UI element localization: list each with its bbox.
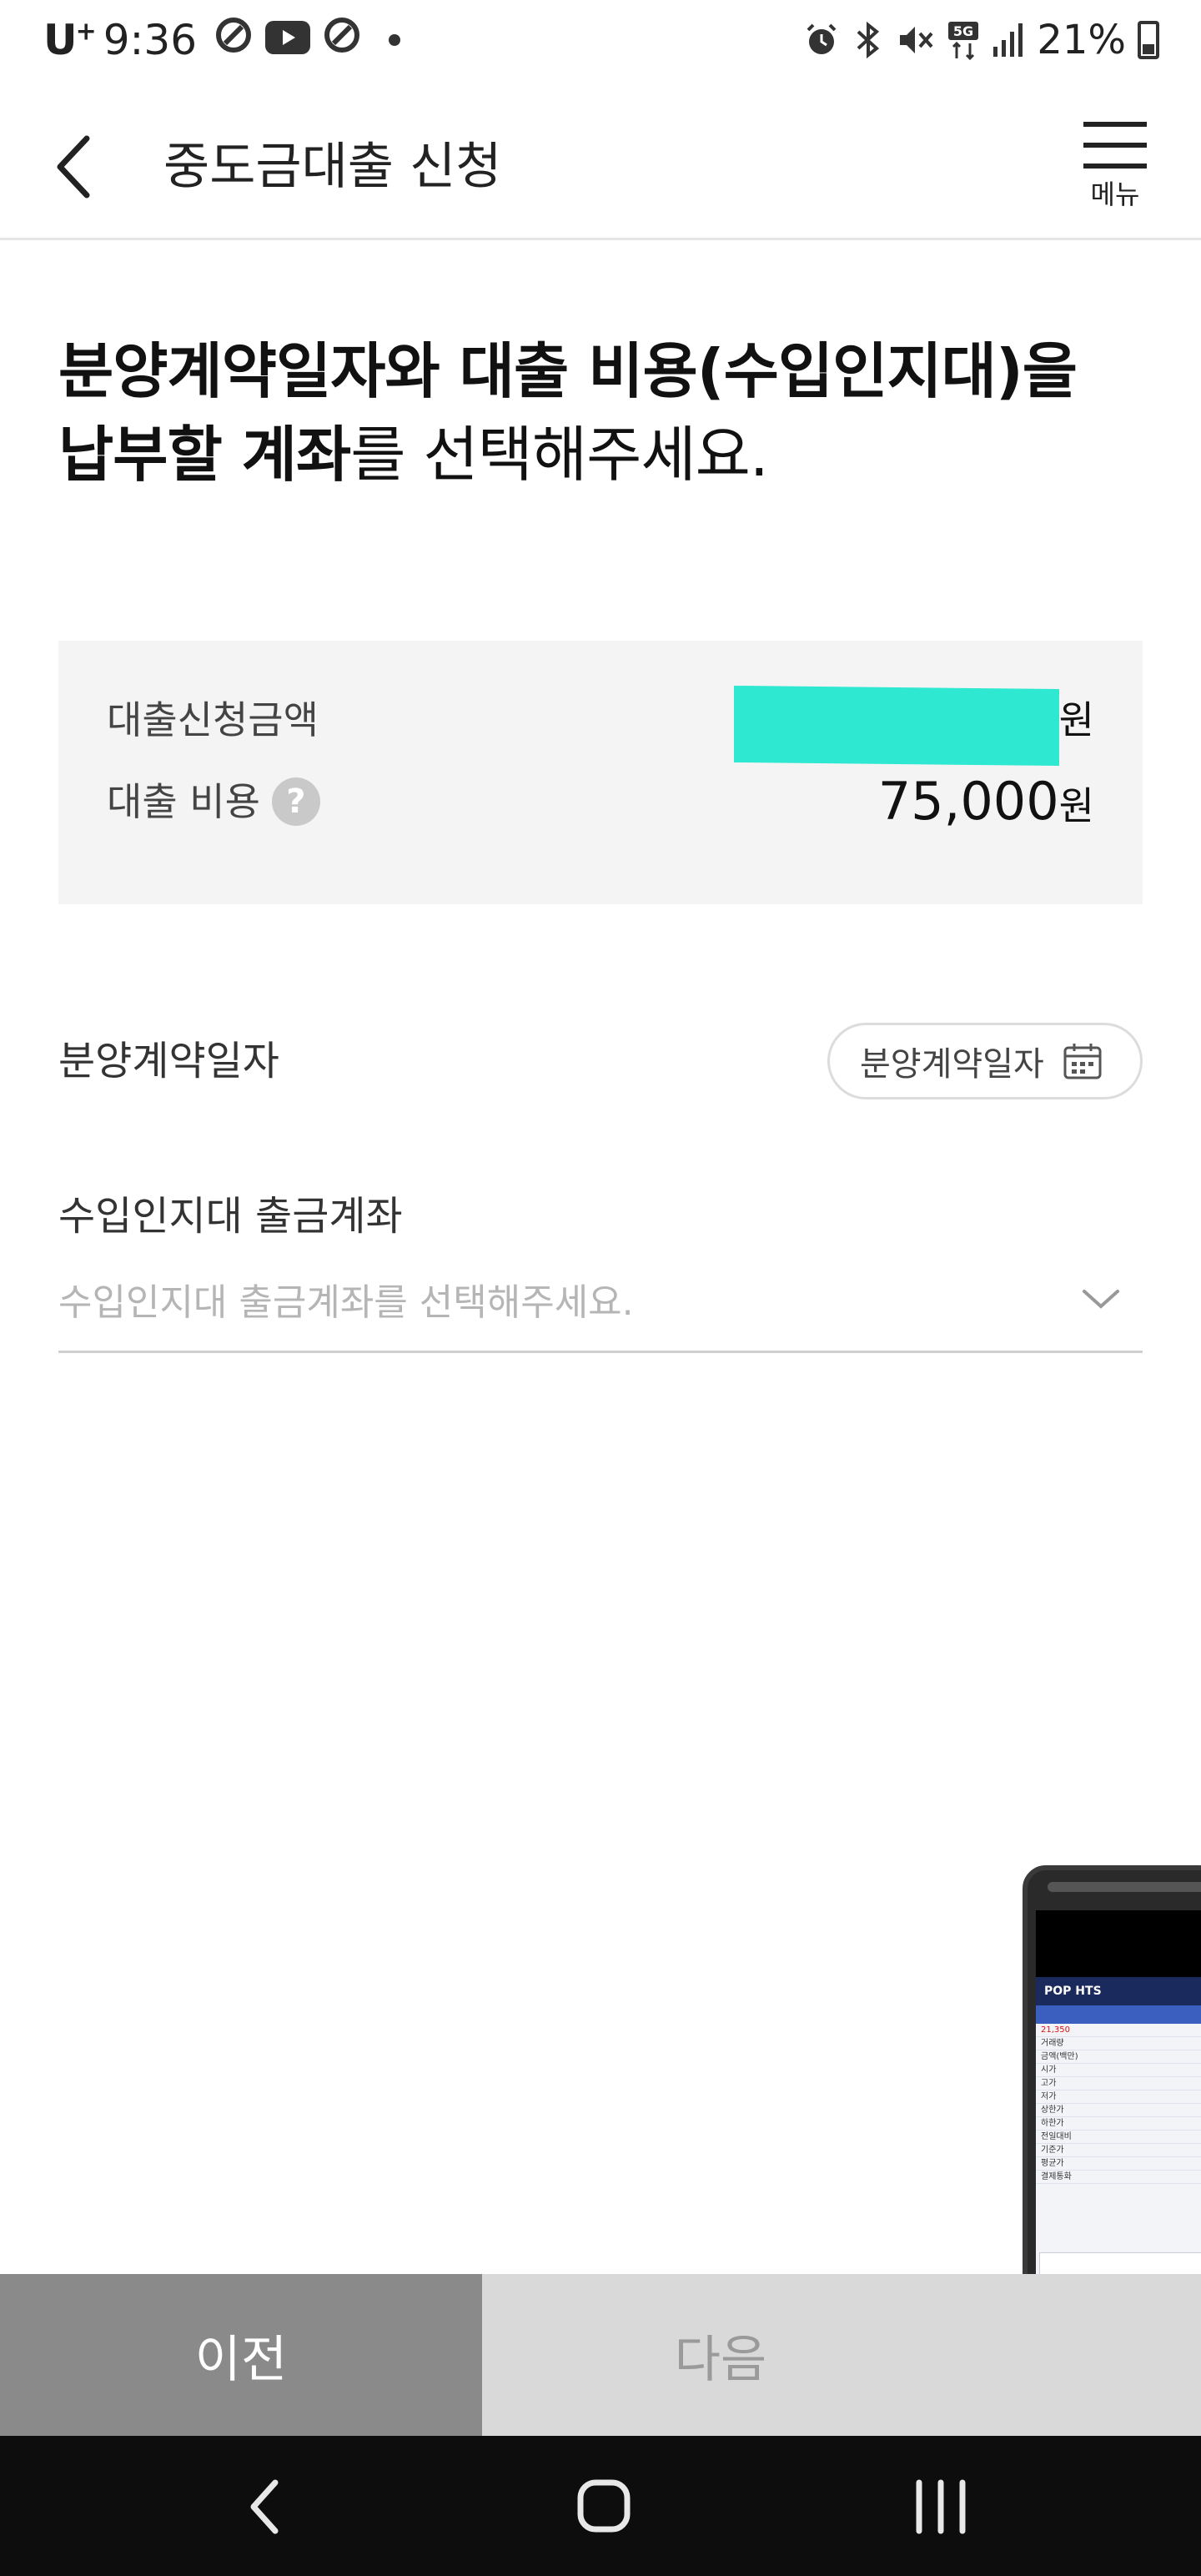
mute-icon: [900, 27, 933, 53]
help-icon[interactable]: ?: [271, 777, 320, 826]
system-navigation-bar: [0, 2436, 1201, 2576]
contract-date-button-label: 분양계약일자: [860, 1045, 1044, 1084]
contract-date-label: 분양계약일자: [58, 1038, 279, 1084]
preview-row: 상한가: [1036, 2104, 1201, 2117]
withdrawal-account-placeholder: 수입인지대 출금계좌를 선택해주세요.: [58, 1281, 634, 1324]
back-button[interactable]: [47, 125, 105, 209]
status-bar: U+ 9:36 5G 21%: [0, 0, 1201, 92]
preview-row: 결제통화: [1036, 2171, 1201, 2184]
preview-app-title: POP HTS: [1036, 1977, 1201, 2005]
loan-amount-label: 대출신청금액: [107, 697, 319, 742]
loan-cost-number: 75,000: [877, 771, 1059, 832]
battery-percent: 21%: [1037, 17, 1126, 63]
app-header: 중도금대출 신청 메뉴: [0, 92, 1201, 240]
loan-cost-row: 대출 비용 ? 75,000원: [107, 772, 1094, 831]
nav-recent-apps-button[interactable]: [891, 2461, 991, 2553]
withdrawal-account-select[interactable]: 수입인지대 출금계좌를 선택해주세요.: [58, 1261, 1143, 1353]
redaction-mark: [734, 685, 1059, 767]
instruction-heading: 분양계약일자와 대출 비용(수입인지대)을 납부할 계좌를 선택해주세요.: [58, 330, 1143, 496]
status-bar-left: U+ 9:36: [43, 15, 401, 65]
preview-tabs: [1036, 2005, 1201, 2024]
notification-icon: [322, 15, 362, 65]
menu-button[interactable]: 메뉴: [1079, 117, 1151, 225]
nav-home-icon: [577, 2479, 631, 2533]
nav-home-button[interactable]: [554, 2461, 654, 2553]
signal-icon: [993, 23, 1023, 57]
preview-row: 시가: [1036, 2064, 1201, 2077]
calendar-icon: [1063, 1044, 1102, 1079]
preview-speaker: [1048, 1882, 1201, 1892]
chevron-left-icon: [57, 135, 90, 199]
loan-cost-value: 75,000원: [878, 772, 1094, 835]
status-bar-right: 5G 21%: [803, 17, 1159, 63]
preview-row: 거래량: [1036, 2037, 1201, 2050]
page-title: 중도금대출 신청: [163, 138, 502, 196]
preview-row: 평균가: [1036, 2157, 1201, 2171]
more-notifications-icon: [389, 34, 401, 46]
bluetooth-icon: [857, 22, 880, 58]
withdrawal-account-label: 수입인지대 출금계좌: [58, 1193, 403, 1240]
preview-row: 21,350: [1036, 2024, 1201, 2037]
youtube-icon: [265, 16, 311, 64]
alarm-icon: [807, 23, 837, 54]
chevron-down-icon: [1083, 1290, 1119, 1309]
menu-label: 메뉴: [1090, 179, 1140, 210]
preview-row: 하한가: [1036, 2117, 1201, 2131]
next-button[interactable]: 다음: [482, 2274, 1201, 2436]
nav-back-icon: [250, 2479, 279, 2534]
loan-cost-unit: 원: [1058, 783, 1094, 828]
battery-icon: [1138, 21, 1159, 59]
loan-cost-label-group: 대출 비용 ?: [107, 772, 320, 831]
loan-cost-label: 대출 비용: [107, 779, 260, 824]
preview-row: 기준가: [1036, 2144, 1201, 2157]
instruction-heading-normal: 를 선택해주세요.: [350, 420, 768, 490]
nav-recent-icon: [916, 2479, 966, 2534]
loan-summary-card: 대출신청금액 원 대출 비용 ? 75,000원: [58, 641, 1143, 904]
preview-row: 고가: [1036, 2077, 1201, 2090]
hamburger-icon: [1083, 122, 1147, 169]
loan-amount-unit: 원: [1058, 697, 1094, 742]
carrier-label: U+: [43, 16, 97, 64]
contract-date-picker-button[interactable]: 분양계약일자: [827, 1023, 1143, 1099]
loan-amount-row: 대출신청금액 원: [107, 685, 1094, 767]
svg-text:5G: 5G: [953, 23, 973, 39]
nav-back-button[interactable]: [219, 2461, 319, 2553]
5g-icon: 5G: [948, 22, 979, 60]
clock: 9:36: [103, 16, 198, 64]
loan-amount-value: 원: [1059, 691, 1094, 749]
notification-icon: [214, 15, 254, 65]
preview-row: 금액(백만): [1036, 2050, 1201, 2064]
preview-row: 전일대비: [1036, 2131, 1201, 2144]
previous-button[interactable]: 이전: [0, 2274, 482, 2436]
preview-row: 저가: [1036, 2090, 1201, 2104]
